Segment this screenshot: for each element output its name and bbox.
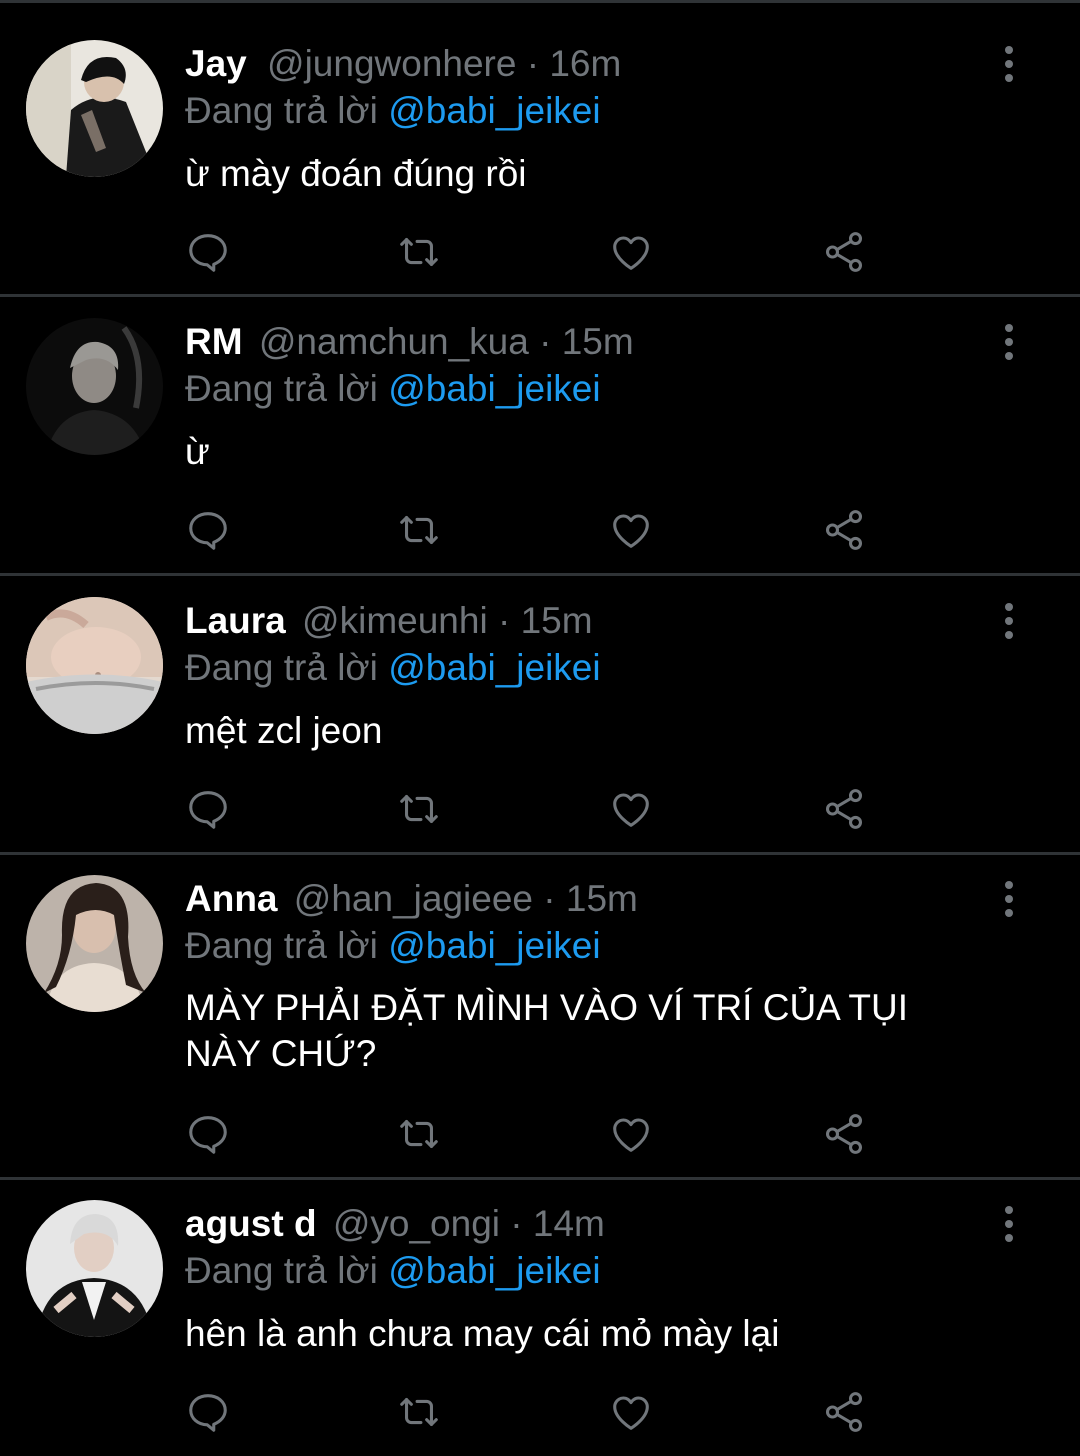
- separator-dot: ·: [526, 43, 540, 84]
- reply-mention[interactable]: @babi_jeikei: [388, 925, 600, 966]
- more-vertical-icon[interactable]: [994, 322, 1024, 362]
- tweet-header: Jay @jungwonhere · 16m: [185, 42, 621, 86]
- share-icon[interactable]: [821, 1111, 867, 1157]
- user-handle[interactable]: @jungwonhere: [267, 43, 516, 84]
- share-icon[interactable]: [821, 786, 867, 832]
- heart-icon[interactable]: [608, 786, 654, 832]
- display-name[interactable]: Anna: [185, 878, 278, 919]
- more-vertical-icon[interactable]: [994, 879, 1024, 919]
- user-handle[interactable]: @yo_ongi: [333, 1203, 500, 1244]
- separator-dot: ·: [510, 1203, 523, 1244]
- retweet-icon[interactable]: [396, 1389, 442, 1435]
- more-vertical-icon[interactable]: [994, 44, 1024, 84]
- timestamp[interactable]: 16m: [549, 43, 621, 84]
- share-icon[interactable]: [821, 507, 867, 553]
- avatar[interactable]: [26, 875, 163, 1012]
- reply-prefix: Đang trả lời: [185, 925, 378, 966]
- heart-icon[interactable]: [608, 1389, 654, 1435]
- reply-context: Đang trả lời @babi_jeikei: [185, 89, 601, 133]
- reply-prefix: Đang trả lời: [185, 90, 378, 131]
- reply-context: Đang trả lời @babi_jeikei: [185, 1249, 601, 1293]
- reply-context: Đang trả lời @babi_jeikei: [185, 924, 601, 968]
- retweet-icon[interactable]: [396, 1111, 442, 1157]
- tweet-header: Laura @kimeunhi · 15m: [185, 599, 593, 643]
- reply-bubble-icon[interactable]: [185, 229, 231, 275]
- separator-dot: ·: [497, 600, 511, 641]
- reply-bubble-icon[interactable]: [185, 1389, 231, 1435]
- tweet-header: agust d @yo_ongi · 14m: [185, 1202, 605, 1246]
- retweet-icon[interactable]: [396, 786, 442, 832]
- more-vertical-icon[interactable]: [994, 1204, 1024, 1244]
- display-name[interactable]: RM: [185, 321, 243, 362]
- retweet-icon[interactable]: [396, 507, 442, 553]
- tweet-header: Anna @han_jagieee · 15m: [185, 877, 638, 921]
- timestamp[interactable]: 14m: [533, 1203, 605, 1244]
- avatar[interactable]: [26, 318, 163, 455]
- separator-dot: ·: [539, 321, 552, 362]
- reply-bubble-icon[interactable]: [185, 507, 231, 553]
- tweet-item[interactable]: Jay @jungwonhere · 16m Đang trả lời @bab…: [0, 0, 1080, 296]
- heart-icon[interactable]: [608, 1111, 654, 1157]
- separator-dot: ·: [543, 878, 556, 919]
- timestamp[interactable]: 15m: [562, 321, 634, 362]
- avatar[interactable]: [26, 40, 163, 177]
- user-handle[interactable]: @han_jagieee: [294, 878, 533, 919]
- avatar[interactable]: [26, 1200, 163, 1337]
- tweet-item[interactable]: Laura @kimeunhi · 15m Đang trả lời @babi…: [0, 576, 1080, 853]
- display-name[interactable]: Jay: [185, 43, 247, 84]
- user-handle[interactable]: @namchun_kua: [259, 321, 529, 362]
- display-name[interactable]: agust d: [185, 1203, 317, 1244]
- retweet-icon[interactable]: [396, 229, 442, 275]
- reply-mention[interactable]: @babi_jeikei: [388, 647, 600, 688]
- timestamp[interactable]: 15m: [566, 878, 638, 919]
- timestamp[interactable]: 15m: [521, 600, 593, 641]
- tweet-text: hên là anh chưa may cái mỏ mày lại: [185, 1313, 780, 1354]
- tweet-item[interactable]: Anna @han_jagieee · 15m Đang trả lời @ba…: [0, 855, 1080, 1178]
- reply-mention[interactable]: @babi_jeikei: [388, 90, 600, 131]
- tweet-header: RM @namchun_kua · 15m: [185, 320, 634, 364]
- heart-icon[interactable]: [608, 507, 654, 553]
- display-name[interactable]: Laura: [185, 600, 286, 641]
- tweet-item[interactable]: agust d @yo_ongi · 14m Đang trả lời @bab…: [0, 1180, 1080, 1456]
- reply-context: Đang trả lời @babi_jeikei: [185, 646, 601, 690]
- tweet-item[interactable]: RM @namchun_kua · 15m Đang trả lời @babi…: [0, 297, 1080, 574]
- tweet-text: mệt zcl jeon: [185, 710, 383, 751]
- share-icon[interactable]: [821, 1389, 867, 1435]
- user-handle[interactable]: @kimeunhi: [302, 600, 488, 641]
- reply-mention[interactable]: @babi_jeikei: [388, 1250, 600, 1291]
- tweet-text: MÀY PHẢI ĐẶT MÌNH VÀO VÍ TRÍ CỦA TỤI NÀY…: [185, 987, 909, 1074]
- tweet-text: ừ: [185, 431, 210, 472]
- avatar[interactable]: [26, 597, 163, 734]
- share-icon[interactable]: [821, 229, 867, 275]
- tweet-text: ừ mày đoán đúng rồi: [185, 153, 527, 194]
- reply-mention[interactable]: @babi_jeikei: [388, 368, 600, 409]
- reply-prefix: Đang trả lời: [185, 368, 378, 409]
- reply-prefix: Đang trả lời: [185, 647, 378, 688]
- heart-icon[interactable]: [608, 229, 654, 275]
- more-vertical-icon[interactable]: [994, 601, 1024, 641]
- reply-prefix: Đang trả lời: [185, 1250, 378, 1291]
- reply-bubble-icon[interactable]: [185, 786, 231, 832]
- reply-context: Đang trả lời @babi_jeikei: [185, 367, 601, 411]
- reply-bubble-icon[interactable]: [185, 1111, 231, 1157]
